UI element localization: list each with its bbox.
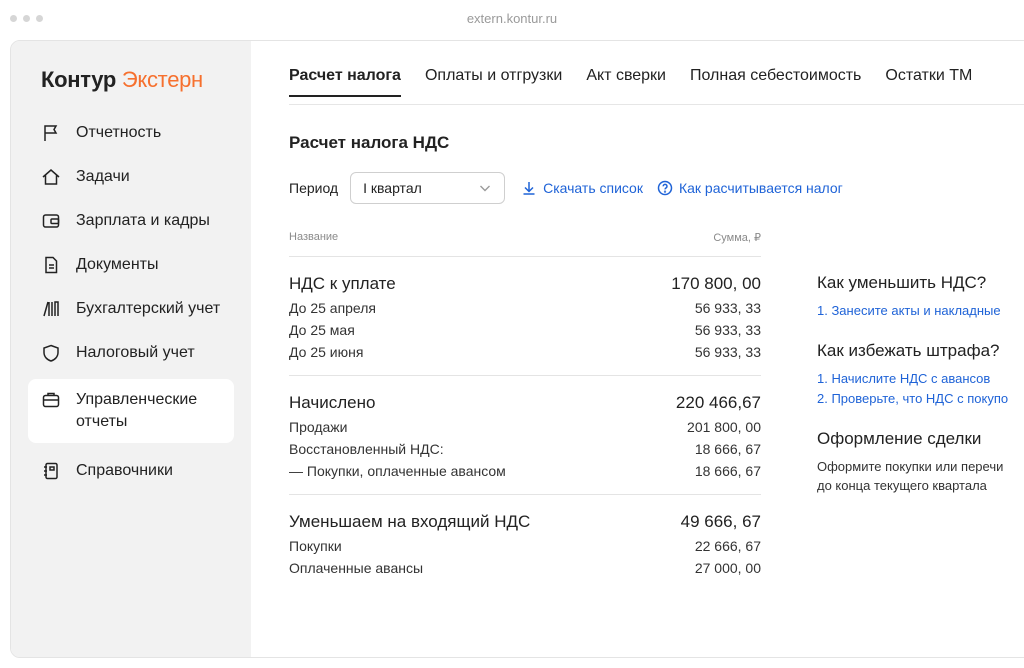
tab-reconciliation[interactable]: Акт сверки [586,67,666,97]
shield-icon [40,342,62,364]
avoid-fine-title: Как избежать штрафа? [817,341,1000,360]
deal-text: до конца текущего квартала [817,478,987,493]
period-select[interactable]: I квартал [350,172,506,204]
table-row: НДС к уплате 170 800, 00 [289,274,761,293]
deal-text: Оформите покупки или перечи [817,459,1004,474]
briefcase-icon [40,389,62,411]
tax-table: Название Сумма, ₽ НДС к уплате 170 800, … [289,231,761,591]
column-header-name: Название [289,231,339,243]
sidebar-item-directories[interactable]: Справочники [28,455,234,487]
help-icon [657,180,673,196]
tab-full-cost[interactable]: Полная себестоимость [690,67,861,97]
url-bar[interactable]: extern.kontur.ru [0,11,1024,26]
download-icon [523,182,535,195]
tip-link[interactable]: 1. Начислите НДС с авансов [817,369,1024,389]
tab-divider [289,104,1024,105]
flag-icon [40,122,62,144]
sidebar-item-label: Налоговый учет [76,344,195,361]
tab-inventory[interactable]: Остатки ТМ [885,67,972,97]
column-header-sum: Сумма, ₽ [713,232,761,244]
tip-link[interactable]: 2. Проверьте, что НДС с покупо [817,389,1024,409]
sidebar-item-accounting[interactable]: Бухгалтерский учет [28,293,234,325]
sidebar-item-label: Бухгалтерский учет [76,300,221,317]
table-row: Восстановленный НДС: 18 666, 67 [289,441,761,457]
table-group-accrued: Начислено 220 466,67 Продажи 201 800, 00… [289,376,761,495]
page-title: Расчет налога НДС [289,133,450,152]
chevron-down-icon [480,185,491,192]
table-row: Покупки 22 666, 67 [289,538,761,554]
sidebar-item-label: Управленческие отчеты [76,391,198,430]
table-row: Начислено 220 466,67 [289,393,761,412]
table-row: До 25 июня 56 933, 33 [289,344,761,360]
table-header: Название Сумма, ₽ [289,231,761,257]
table-row: До 25 апреля 56 933, 33 [289,300,761,316]
wallet-icon [40,210,62,232]
app-window: Контур Экстерн Отчетность Задачи Зарплат… [10,40,1024,658]
table-group-input-vat: Уменьшаем на входящий НДС 49 666, 67 Пок… [289,495,761,591]
period-row: Период I квартал Скачать список Как расч… [289,172,843,204]
table-row: Продажи 201 800, 00 [289,419,761,435]
logo[interactable]: Контур Экстерн [41,67,203,93]
sidebar-item-label: Отчетность [76,124,162,141]
sidebar-nav: Отчетность Задачи Зарплата и кадры Докум… [28,117,234,499]
download-list-link[interactable]: Скачать список [521,180,643,196]
tips-panel: Как уменьшить НДС? 1. Занесите акты и на… [817,273,1024,515]
document-icon [40,254,62,276]
sidebar-item-reporting[interactable]: Отчетность [28,117,234,149]
sidebar-item-tax[interactable]: Налоговый учет [28,337,234,369]
deal-block: Оформление сделки Оформите покупки или п… [817,429,1024,495]
table-row: — Покупки, оплаченные авансом 18 666, 67 [289,463,761,479]
how-tax-calculated-link[interactable]: Как расчитывается налог [657,180,843,196]
tip-link[interactable]: 1. Занесите акты и накладные [817,301,1024,321]
sidebar-item-payroll[interactable]: Зарплата и кадры [28,205,234,237]
sidebar-item-label: Документы [76,256,159,273]
deal-title: Оформление сделки [817,429,982,448]
period-label: Период [289,180,339,196]
sidebar-item-tasks[interactable]: Задачи [28,161,234,193]
browser-chrome: extern.kontur.ru [0,0,1024,40]
avoid-fine-block: Как избежать штрафа? 1. Начислите НДС с … [817,341,1024,409]
notebook-icon [40,460,62,482]
reduce-vat-block: Как уменьшить НДС? 1. Занесите акты и на… [817,273,1024,321]
table-row: Оплаченные авансы 27 000, 00 [289,560,761,576]
books-icon [40,298,62,320]
tab-payments-shipments[interactable]: Оплаты и отгрузки [425,67,562,97]
sidebar: Контур Экстерн Отчетность Задачи Зарплат… [11,41,251,657]
table-row: До 25 мая 56 933, 33 [289,322,761,338]
table-row: Уменьшаем на входящий НДС 49 666, 67 [289,512,761,531]
sidebar-item-label: Задачи [76,168,130,185]
tab-tax-calculation[interactable]: Расчет налога [289,67,401,97]
table-group-vat-payable: НДС к уплате 170 800, 00 До 25 апреля 56… [289,257,761,376]
home-icon [40,166,62,188]
period-select-value: I квартал [363,180,422,196]
main-content: Расчет налога Оплаты и отгрузки Акт свер… [251,41,1024,657]
tab-bar: Расчет налога Оплаты и отгрузки Акт свер… [289,67,972,97]
reduce-vat-title: Как уменьшить НДС? [817,273,987,292]
sidebar-item-management-reports[interactable]: Управленческие отчеты [28,379,234,443]
sidebar-item-documents[interactable]: Документы [28,249,234,281]
sidebar-item-label: Зарплата и кадры [76,212,210,229]
sidebar-item-label: Справочники [76,462,173,479]
